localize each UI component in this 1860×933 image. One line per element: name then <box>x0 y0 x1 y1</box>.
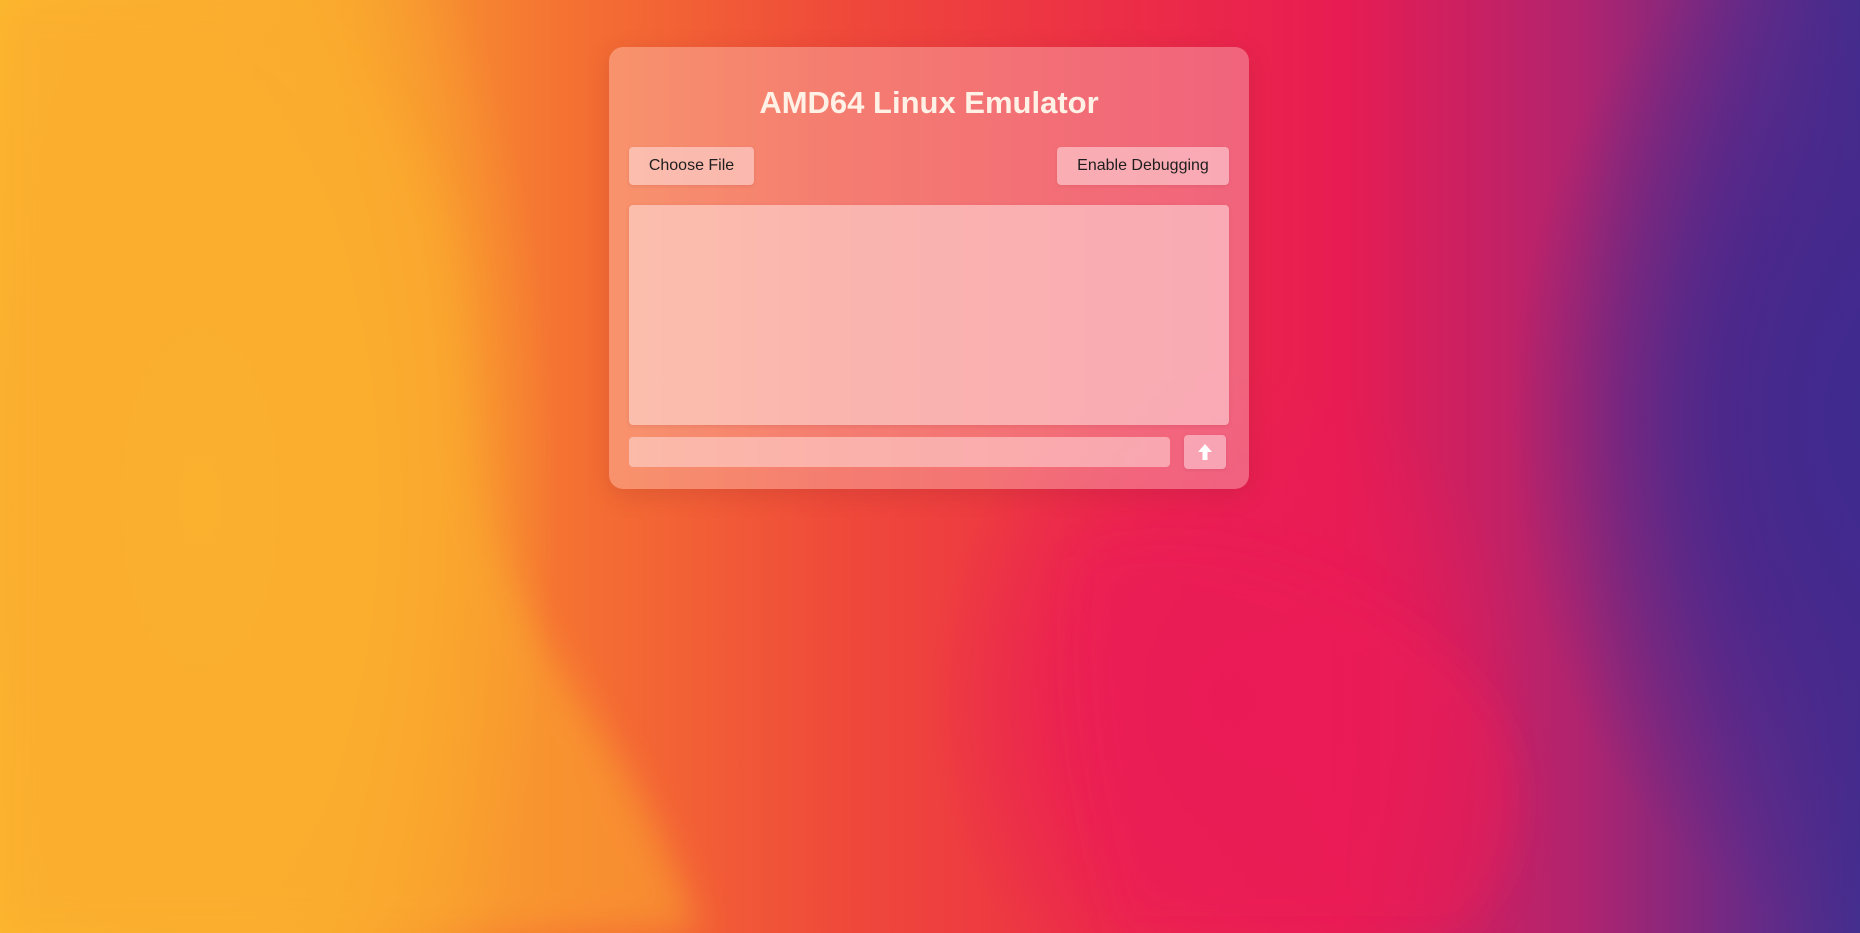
emulator-panel: AMD64 Linux Emulator Choose File Enable … <box>609 47 1249 489</box>
command-input[interactable] <box>629 437 1170 467</box>
terminal-output <box>629 205 1229 425</box>
page-title: AMD64 Linux Emulator <box>759 85 1099 120</box>
enable-debugging-button[interactable]: Enable Debugging <box>1057 147 1229 185</box>
arrow-up-icon <box>1198 444 1212 460</box>
send-button[interactable] <box>1184 435 1226 469</box>
choose-file-button[interactable]: Choose File <box>629 147 754 185</box>
